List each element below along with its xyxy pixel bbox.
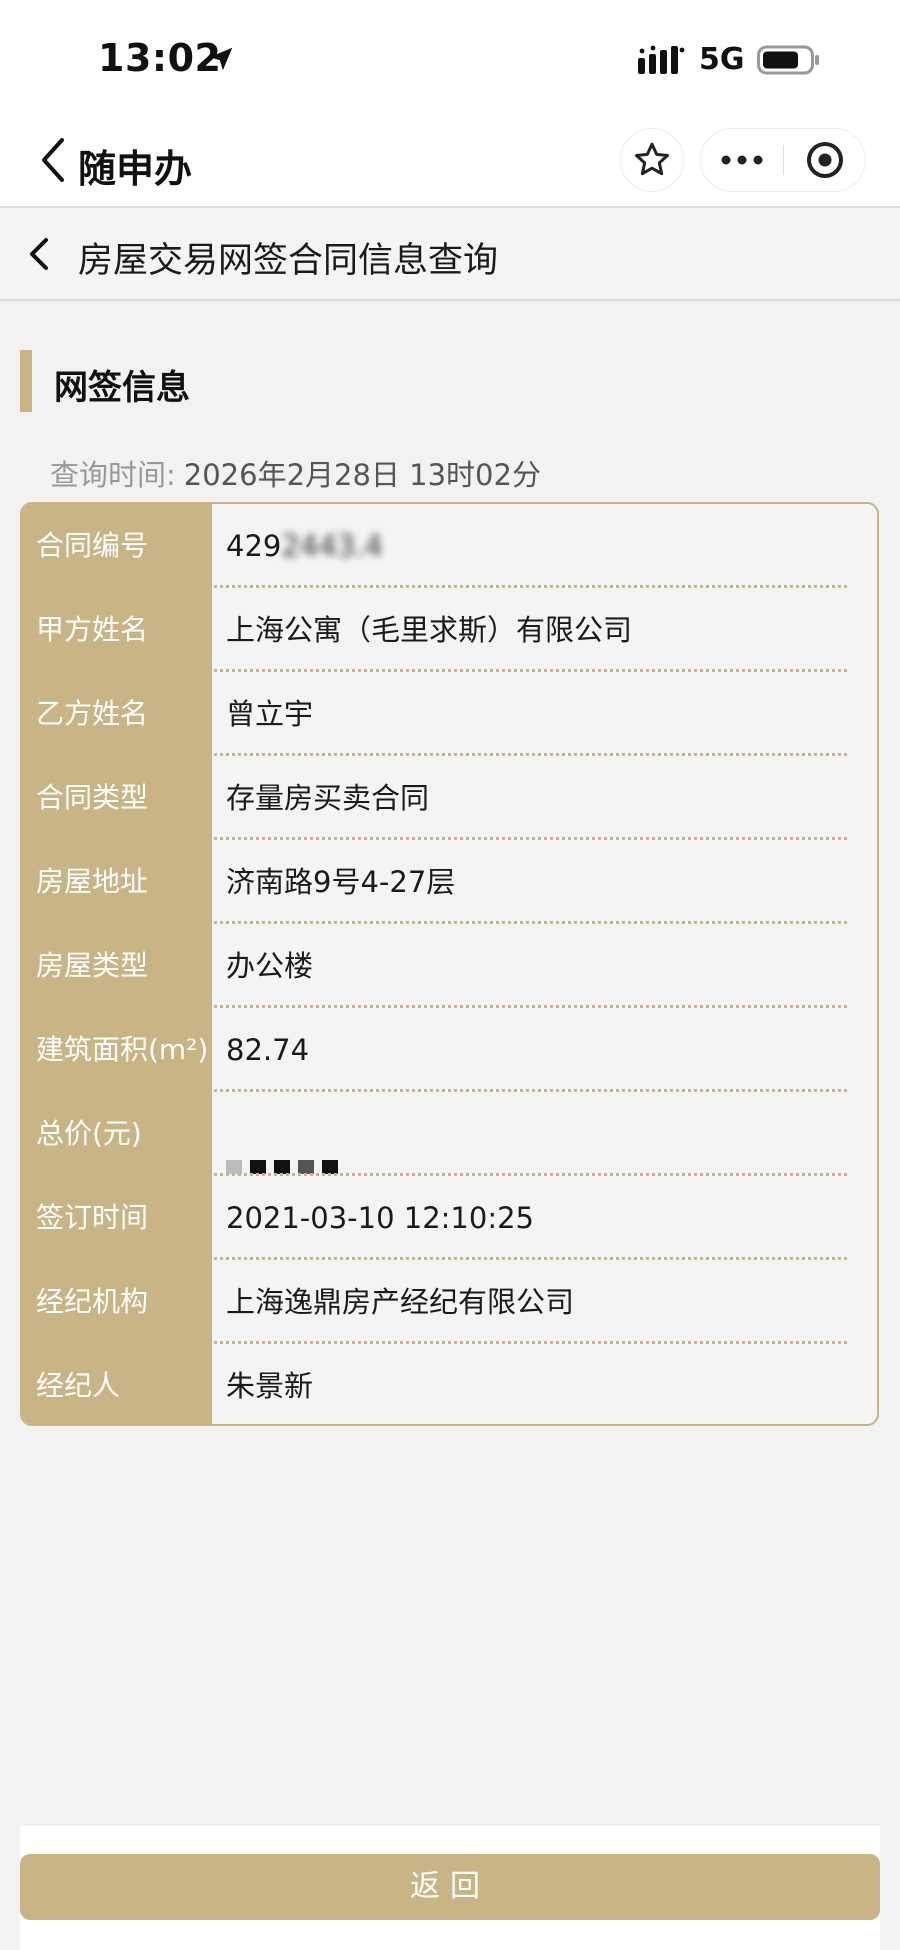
signal-icon	[638, 45, 685, 74]
table-row: 经纪人 朱景新	[22, 1344, 877, 1424]
row-value: 曾立宇	[226, 697, 314, 731]
table-row: 签订时间 2021-03-10 12:10:25	[22, 1176, 877, 1260]
table-row: 房屋类型 办公楼	[22, 924, 877, 1008]
table-row: 合同类型 存量房买卖合同	[22, 756, 877, 840]
row-label: 乙方姓名	[22, 672, 212, 756]
row-label: 签订时间	[22, 1176, 212, 1260]
section-title: 网签信息	[54, 368, 190, 408]
table-row: 合同编号 4292443.4	[22, 504, 877, 588]
capsule-menu	[700, 128, 866, 192]
status-bar: 13:02 5G	[0, 0, 900, 120]
table-row: 建筑面积(m²) 82.74	[22, 1008, 877, 1092]
row-value: 2021-03-10 12:10:25	[226, 1201, 534, 1235]
table-row: 经纪机构 上海逸鼎房产经纪有限公司	[22, 1260, 877, 1344]
network-label: 5G	[699, 42, 745, 77]
row-value: 办公楼	[226, 949, 314, 983]
row-label: 总价(元)	[22, 1092, 212, 1176]
app-title: 随申办	[78, 147, 193, 191]
section-accent-bar	[20, 350, 32, 412]
battery-icon	[757, 45, 819, 75]
row-label: 甲方姓名	[22, 588, 212, 672]
query-time-value: 2026年2月28日 13时02分	[183, 458, 541, 492]
back-arrow-icon[interactable]	[26, 234, 52, 274]
row-label: 房屋类型	[22, 924, 212, 1008]
table-row: 房屋地址 济南路9号4-27层	[22, 840, 877, 924]
row-value: 存量房买卖合同	[226, 781, 430, 815]
row-value: 4292443.4	[226, 529, 383, 563]
row-value: 82.74	[226, 1033, 310, 1067]
star-icon	[635, 142, 669, 176]
contract-info-table: 合同编号 4292443.4 甲方姓名 上海公寓（毛里求斯）有限公司 乙方姓名 …	[20, 502, 879, 1426]
row-label: 经纪机构	[22, 1260, 212, 1344]
table-row: 总价(元)	[22, 1092, 877, 1176]
more-button[interactable]	[701, 129, 783, 191]
row-value: 朱景新	[226, 1369, 314, 1403]
mini-program-navbar: 随申办	[0, 120, 900, 206]
location-arrow-icon	[209, 47, 233, 71]
row-label: 经纪人	[22, 1344, 212, 1424]
table-row: 甲方姓名 上海公寓（毛里求斯）有限公司	[22, 588, 877, 672]
row-value-redacted	[212, 1092, 877, 1176]
row-label: 房屋地址	[22, 840, 212, 924]
row-label: 建筑面积(m²)	[22, 1008, 212, 1092]
query-time: 查询时间: 2026年2月28日 13时02分	[50, 452, 541, 494]
close-mini-program-button[interactable]	[784, 129, 866, 191]
row-value: 济南路9号4-27层	[226, 865, 456, 899]
row-label: 合同类型	[22, 756, 212, 840]
status-time: 13:02	[98, 36, 222, 80]
page-title: 房屋交易网签合同信息查询	[78, 241, 499, 281]
row-value: 上海逸鼎房产经纪有限公司	[226, 1285, 575, 1319]
favorite-button[interactable]	[620, 128, 684, 192]
redacted-text: 2443.4	[281, 529, 383, 563]
page-header: 房屋交易网签合同信息查询	[0, 206, 900, 301]
target-close-icon	[807, 142, 843, 178]
row-label: 合同编号	[22, 504, 212, 588]
return-button[interactable]: 返回	[20, 1854, 880, 1920]
table-row: 乙方姓名 曾立宇	[22, 672, 877, 756]
query-time-label: 查询时间:	[50, 458, 176, 492]
chevron-left-icon[interactable]	[36, 134, 70, 186]
row-value: 上海公寓（毛里求斯）有限公司	[226, 613, 633, 647]
more-dots-icon	[721, 155, 763, 165]
